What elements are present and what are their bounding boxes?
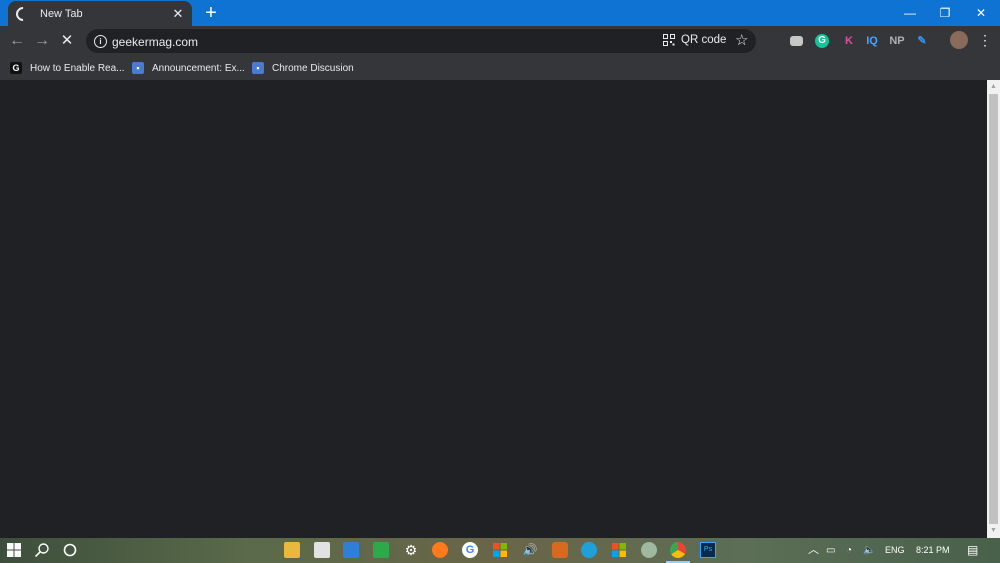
stop-loading-button[interactable]: ✕ xyxy=(57,31,77,51)
k-extension-icon[interactable]: K xyxy=(840,33,858,49)
clock[interactable]: 8:21 PM xyxy=(916,538,950,563)
search-icon[interactable] xyxy=(34,542,50,558)
loading-spinner-icon xyxy=(13,3,33,24)
app-icon[interactable] xyxy=(641,542,657,558)
language-indicator[interactable]: ENG xyxy=(885,538,905,563)
url-input[interactable] xyxy=(110,32,534,52)
volume-app-icon[interactable]: 🔊 xyxy=(522,542,538,558)
scroll-up-icon[interactable]: ▲ xyxy=(987,81,1000,93)
bookmark-item[interactable]: ▪ Announcement: Ex... xyxy=(132,59,245,77)
scrollbar-thumb[interactable] xyxy=(989,94,998,524)
title-bar: New Tab ✕ + — ❐ ✕ xyxy=(0,0,1000,26)
scroll-down-icon[interactable]: ▼ xyxy=(987,525,1000,537)
cortana-icon[interactable] xyxy=(62,542,78,558)
office-icon[interactable] xyxy=(611,542,627,558)
windows-start-icon[interactable] xyxy=(6,542,22,558)
vertical-scrollbar[interactable]: ▲ ▼ xyxy=(987,80,1000,538)
g-favicon-icon: G xyxy=(10,62,22,74)
app-icon[interactable] xyxy=(552,542,568,558)
tab-new-tab[interactable]: New Tab ✕ xyxy=(8,1,192,26)
qr-code-label: QR code xyxy=(681,34,727,46)
bookmark-label: Announcement: Ex... xyxy=(152,62,245,74)
file-explorer-icon[interactable] xyxy=(284,542,300,558)
tab-title: New Tab xyxy=(40,7,83,20)
firefox-icon[interactable] xyxy=(432,542,448,558)
back-button[interactable]: ← xyxy=(7,31,27,51)
bookmark-label: How to Enable Rea... xyxy=(30,62,125,74)
chrome-icon[interactable] xyxy=(670,542,686,558)
grammarly-icon[interactable]: G xyxy=(815,34,829,48)
np-extension-icon[interactable]: NP xyxy=(888,33,906,49)
site-info-icon[interactable]: i xyxy=(94,35,107,48)
restore-button[interactable]: ❐ xyxy=(928,0,962,26)
camera-icon[interactable] xyxy=(790,36,803,46)
qr-code-button[interactable]: QR code xyxy=(663,34,726,46)
profile-avatar[interactable] xyxy=(950,31,968,49)
bookmark-item[interactable]: G How to Enable Rea... xyxy=(10,59,125,77)
bookmark-star-icon[interactable]: ☆ xyxy=(735,31,748,49)
qr-code-icon xyxy=(663,34,675,46)
minimize-button[interactable]: — xyxy=(893,0,927,26)
chat-favicon-icon: ▪ xyxy=(132,62,144,74)
speaker-icon[interactable]: 🔈 xyxy=(863,538,875,563)
iq-extension-icon[interactable]: IQ xyxy=(863,33,881,49)
mail-icon[interactable] xyxy=(343,542,359,558)
forward-button[interactable]: → xyxy=(32,31,52,51)
action-center-icon[interactable]: ▤ xyxy=(967,538,978,563)
close-window-button[interactable]: ✕ xyxy=(964,0,998,26)
menu-dots-icon[interactable]: ⋮ xyxy=(978,30,992,50)
store-icon[interactable] xyxy=(314,542,330,558)
wifi-icon[interactable]: ◔ xyxy=(846,538,852,563)
address-bar[interactable]: i QR code ☆ xyxy=(86,29,756,53)
bookmark-label: Chrome Discusion xyxy=(272,62,354,74)
chevron-up-icon[interactable]: ︿ xyxy=(808,538,819,563)
bookmarks-bar: G How to Enable Rea... ▪ Announcement: E… xyxy=(0,56,1000,80)
photoshop-icon[interactable]: Ps xyxy=(700,542,716,558)
page-content xyxy=(0,80,987,538)
pen-extension-icon[interactable]: ✎ xyxy=(913,33,931,49)
tab-close-icon[interactable]: ✕ xyxy=(170,6,186,22)
new-tab-button[interactable]: + xyxy=(202,3,220,23)
settings-gear-icon[interactable]: ⚙ xyxy=(403,542,419,558)
bookmark-item[interactable]: ▪ Chrome Discusion xyxy=(252,59,354,77)
battery-icon[interactable]: ▭ xyxy=(826,538,835,563)
windows-taskbar: ⚙ G 🔊 Ps ︿ ▭ ◔ 🔈 ENG 8:21 PM ▤ xyxy=(0,538,1000,563)
edge-icon[interactable] xyxy=(581,542,597,558)
microsoft-icon[interactable] xyxy=(492,542,508,558)
browser-toolbar: ← → ✕ i QR code ☆ GK IQ NP ✎ ⋮ xyxy=(0,26,1000,56)
ccleaner-icon[interactable] xyxy=(373,542,389,558)
chat-favicon-icon: ▪ xyxy=(252,62,264,74)
google-icon[interactable]: G xyxy=(462,542,478,558)
